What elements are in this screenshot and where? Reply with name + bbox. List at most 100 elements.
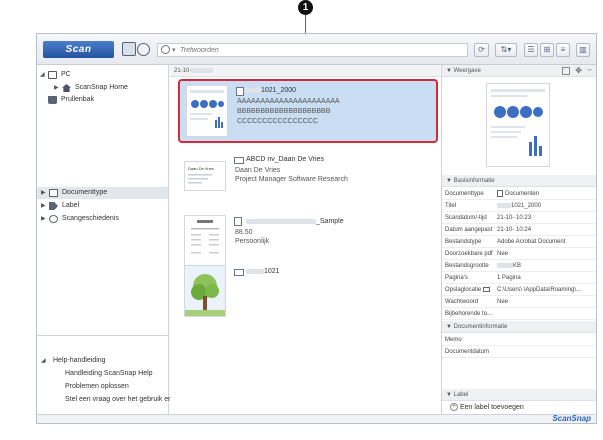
property-key: Doorzoekbare pdf xyxy=(445,248,493,260)
grid-view-icon[interactable]: ⊞ xyxy=(540,43,554,57)
collapse-arrow-icon[interactable]: ▶ xyxy=(41,187,46,199)
tree-item-trash[interactable]: Prullenbak xyxy=(37,94,168,106)
thumbnail-image xyxy=(190,90,224,128)
property-value[interactable]: Documenten xyxy=(497,188,595,200)
zoom-icon[interactable] xyxy=(562,67,570,75)
plus-icon: + xyxy=(450,403,458,411)
property-row: Bestandsgrootte KB xyxy=(442,260,596,272)
property-row: Titel 1021_2000 xyxy=(442,200,596,212)
tree-item-scansnap-home[interactable]: ▶ ScanSnap Home xyxy=(37,82,168,94)
property-key: Memo xyxy=(445,334,493,346)
tree-item-scan-history[interactable]: ▶ Scangeschiedenis xyxy=(37,213,168,225)
sort-icon[interactable]: ⇅▾ xyxy=(495,43,517,57)
property-key: Wachtwoord xyxy=(445,296,493,308)
tree-label: Label xyxy=(62,202,80,209)
brand-logo: ScanSnap xyxy=(552,414,591,423)
item-title-text: _Sample xyxy=(316,218,344,225)
redacted-text xyxy=(497,202,511,208)
help-link-manual[interactable]: Handleiding ScanSnap Help xyxy=(37,368,168,380)
list-view-icon[interactable]: ☰ xyxy=(524,43,538,57)
item-line: BBBBBBBBBBBBBBBBBBBB xyxy=(237,108,331,115)
business-card-thumbnail: Daan De Vries xyxy=(184,161,226,191)
home-icon xyxy=(62,84,71,92)
item-title: ABCD nv_Daan De Vries xyxy=(246,156,324,163)
property-value: Nee xyxy=(497,299,509,305)
property-key: Datum aangepast xyxy=(445,224,493,236)
collapse-arrow-icon[interactable]: ▶ xyxy=(41,213,46,225)
property-key-text: Opslaglocatie xyxy=(445,287,482,293)
collapse-icon[interactable]: ↔ xyxy=(586,66,593,73)
toolbar: Scan ▾ ⟳ ⇅▾ ☰ ⊞ ≡ ▥ xyxy=(37,34,596,65)
property-row[interactable]: Documentdatum xyxy=(442,346,596,358)
panel-toggle-icon[interactable]: ▥ xyxy=(576,43,590,57)
scansnap-home-window: Scan ▾ ⟳ ⇅▾ ☰ ⊞ ≡ ▥ ◢ PC ▶ ScanSnap Home… xyxy=(36,33,597,424)
card-file-icon xyxy=(234,157,244,164)
expand-arrow-icon[interactable]: ◢ xyxy=(41,355,46,367)
property-row: Scandatum/-tijd 21-10- 10:23 xyxy=(442,212,596,224)
tree-label: Help-handleiding xyxy=(53,357,106,364)
thumbnail-image xyxy=(191,220,219,254)
scanner-view-icon[interactable] xyxy=(122,42,136,56)
status-bar: ScanSnap xyxy=(37,414,596,423)
property-row: Bestandstype Adobe Acrobat Document xyxy=(442,236,596,248)
search-input[interactable] xyxy=(180,44,460,56)
help-link-label: Problemen oplossen xyxy=(65,383,129,390)
move-icon[interactable]: ✥ xyxy=(575,66,582,75)
redacted-text xyxy=(191,67,214,73)
receipt-thumbnail xyxy=(184,215,226,267)
clock-icon xyxy=(49,215,58,223)
property-row: Wachtwoord Nee xyxy=(442,296,596,308)
item-line: Project Manager Software Research xyxy=(235,176,348,183)
item-line: Persoonlijk xyxy=(235,238,270,245)
basic-info-section-header[interactable]: ▼ Basisinformatie xyxy=(442,175,596,187)
trash-icon xyxy=(48,96,57,104)
document-preview[interactable] xyxy=(486,83,550,167)
property-value: C:\Users\ \AppData\Roaming\... xyxy=(497,287,582,293)
refresh-icon[interactable]: ⟳ xyxy=(474,43,489,57)
help-link-troubleshoot[interactable]: Problemen oplossen xyxy=(37,381,168,393)
expand-arrow-icon[interactable]: ◢ xyxy=(40,69,45,81)
search-box[interactable]: ▾ xyxy=(157,43,468,57)
property-row: Datum aangepast 21-10- 10:24 xyxy=(442,224,596,236)
add-label-text: Een label toevoegen xyxy=(459,403,524,411)
property-key: Documenttype xyxy=(445,188,493,200)
property-row: Doorzoekbare pdf Nee xyxy=(442,248,596,260)
help-link-label: Handleiding ScanSnap Help xyxy=(65,370,153,377)
collapse-arrow-icon[interactable]: ▶ xyxy=(54,82,59,94)
search-dropdown-icon[interactable]: ▾ xyxy=(172,44,176,57)
list-item[interactable]: 1021_2000 AAAAAAAAAAAAAAAAAAAAAA BBBBBBB… xyxy=(178,79,438,143)
help-guide-header[interactable]: ◢ Help-handleiding xyxy=(37,355,168,367)
item-title: 1021 xyxy=(246,268,280,275)
property-key: Bijbehorende to... xyxy=(445,308,493,320)
scan-button[interactable]: Scan xyxy=(43,41,114,58)
property-value[interactable]: 1021_2000 xyxy=(497,200,595,212)
document-info-section-header[interactable]: ▼ Documentinformatie xyxy=(442,321,596,333)
label-section-header[interactable]: ▼ Label xyxy=(442,389,596,401)
navigation-pane: ◢ PC ▶ ScanSnap Home Prullenbak ▶ Docume… xyxy=(37,65,182,414)
preview-section-header[interactable]: ▼ Weergave xyxy=(442,65,596,77)
add-label-button[interactable]: + Een label toevoegen xyxy=(450,403,524,411)
property-value: KB xyxy=(497,260,595,272)
item-line: CCCCCCCCCCCCCCCC xyxy=(237,118,318,125)
tag-icon xyxy=(49,202,58,210)
cloud-view-icon[interactable] xyxy=(137,43,150,56)
folder-icon[interactable] xyxy=(483,286,491,292)
callout-line xyxy=(305,15,306,34)
section-title: Documentinformatie xyxy=(453,324,508,330)
help-link-ask[interactable]: Stel een vraag over het gebruik ervan xyxy=(37,394,182,406)
list-item[interactable]: Daan De Vries ABCD nv_Daan De Vries Daan… xyxy=(178,149,438,213)
property-value-text: KB xyxy=(513,263,522,269)
tree-label: Scangeschiedenis xyxy=(62,215,119,222)
item-title-text: 1021 xyxy=(264,268,280,275)
list-item[interactable]: 1021 xyxy=(178,261,438,325)
tree-item-label[interactable]: ▶ Label xyxy=(37,200,168,212)
property-key: Opslaglocatie xyxy=(445,284,493,296)
redacted-text xyxy=(246,218,316,224)
property-key: Pagina's xyxy=(445,272,493,284)
redacted-text xyxy=(246,268,264,274)
detail-view-icon[interactable]: ≡ xyxy=(556,43,570,57)
tree-item-documenttype[interactable]: ▶ Documenttype xyxy=(37,187,168,199)
tree-item-pc[interactable]: ◢ PC xyxy=(37,69,168,81)
property-row[interactable]: Memo xyxy=(442,334,596,346)
collapse-arrow-icon[interactable]: ▶ xyxy=(41,200,46,212)
